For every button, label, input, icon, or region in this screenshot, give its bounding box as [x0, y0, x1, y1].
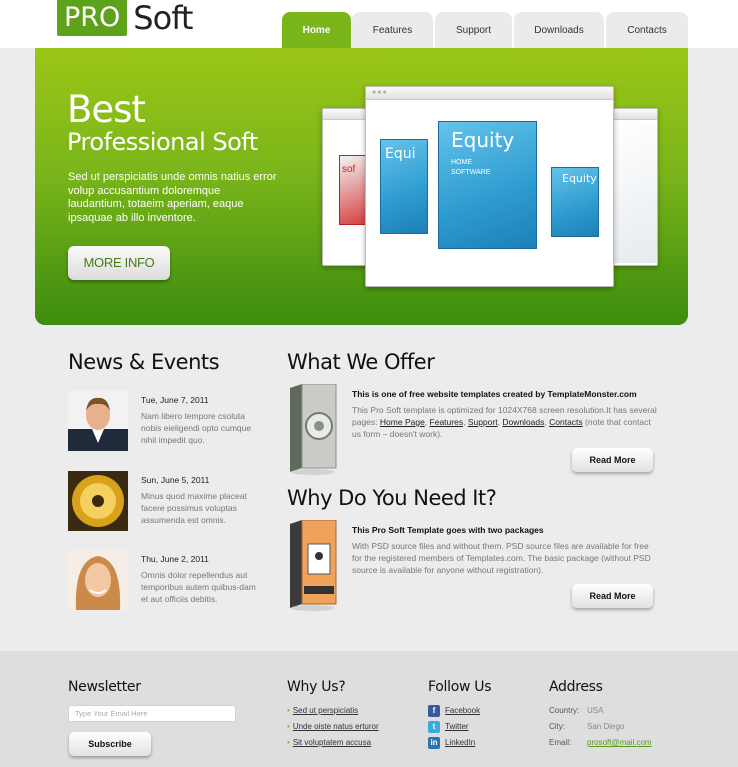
hero-text: Sed ut perspiciatis unde omnis natius er… — [68, 171, 277, 224]
why-us-link[interactable]: • Unde oiste natus erturor — [287, 722, 379, 731]
facebook-icon: f — [428, 705, 440, 717]
tab-downloads[interactable]: Downloads — [514, 12, 604, 48]
link-support[interactable]: Support — [468, 417, 498, 427]
news-item[interactable]: Sun, June 5, 2011 Minus quod maxime plac… — [68, 471, 268, 533]
offer-item-text: This Pro Soft template is optimized for … — [352, 405, 657, 439]
news-date: Tue, June 7, 2011 — [141, 395, 209, 405]
news-item[interactable]: Tue, June 7, 2011 Nam libero tempore cso… — [68, 391, 268, 453]
news-photo-disc — [68, 471, 128, 531]
footer: Newsletter Type Your Email Here Subscrib… — [0, 651, 738, 767]
news-date: Thu, June 2, 2011 — [141, 554, 209, 564]
offer-title: What We Offer — [287, 350, 435, 374]
why-item-text: With PSD source files and without them. … — [352, 541, 651, 575]
header: PRO Soft Home Features Support Downloads… — [0, 0, 738, 48]
product-box-small-left: Equi — [380, 139, 428, 234]
link-features[interactable]: Features — [430, 417, 464, 427]
follow-twitter-link[interactable]: t Twitter — [428, 721, 469, 733]
hero-screen-left: sof — [322, 108, 370, 266]
news-date: Sun, June 5, 2011 — [141, 475, 210, 485]
news-photo-woman — [68, 550, 128, 610]
address-city: City: San Diego — [549, 722, 625, 731]
news-item[interactable]: Thu, June 2, 2011 Omnis dolor repellendu… — [68, 550, 268, 612]
offer-item-title: This is one of free website templates cr… — [352, 389, 637, 399]
tab-support[interactable]: Support — [435, 12, 512, 48]
news-text: Nam libero tempore csoluta nobis eielige… — [141, 411, 252, 445]
news-text: Minus quod maxime placeat facere possimu… — [141, 491, 247, 525]
tab-home[interactable]: Home — [282, 12, 351, 48]
why-us-link[interactable]: • Sit voluptatem accusa — [287, 738, 371, 747]
email-link[interactable]: prosoft@mail.com — [587, 738, 652, 747]
offer-read-more-button[interactable]: Read More — [572, 448, 653, 472]
red-box-image: sof — [339, 155, 367, 225]
why-item-title: This Pro Soft Template goes with two pac… — [352, 525, 544, 535]
twitter-icon: t — [428, 721, 440, 733]
link-home-page[interactable]: Home Page — [380, 417, 425, 427]
linkedin-icon: in — [428, 737, 440, 749]
why-us-title: Why Us? — [287, 679, 346, 695]
address-title: Address — [549, 679, 603, 695]
hero-subtitle: Professional Soft — [67, 128, 258, 156]
hero-banner: Best Professional Soft Sed ut perspiciat… — [35, 48, 688, 325]
address-country: Country: USA — [549, 706, 604, 715]
tab-contacts[interactable]: Contacts — [606, 12, 688, 48]
follow-linkedin-link[interactable]: in LinkedIn — [428, 737, 475, 749]
logo[interactable]: PRO Soft — [57, 0, 193, 37]
why-us-link[interactable]: • Sed ut perspiciatis — [287, 706, 358, 715]
follow-us-title: Follow Us — [428, 679, 492, 695]
news-text: Omnis dolor repellendus aut temporibus a… — [141, 570, 256, 604]
why-title: Why Do You Need It? — [287, 486, 497, 510]
software-box-image — [288, 383, 338, 476]
more-info-button[interactable]: MORE INFO — [68, 246, 170, 280]
newsletter-email-input[interactable]: Type Your Email Here — [68, 705, 236, 722]
link-contacts[interactable]: Contacts — [549, 417, 583, 427]
software-box-orange-image — [288, 519, 338, 612]
product-box-small-right: Equity — [551, 167, 599, 237]
address-email: Email: prosoft@mail.com — [549, 738, 652, 747]
product-box-main: Equity HOME SOFTWARE — [438, 121, 537, 249]
logo-soft: Soft — [133, 0, 193, 37]
subscribe-button[interactable]: Subscribe — [69, 732, 151, 756]
follow-facebook-link[interactable]: f Facebook — [428, 705, 480, 717]
link-downloads[interactable]: Downloads — [502, 417, 544, 427]
tab-features[interactable]: Features — [352, 12, 433, 48]
news-title: News & Events — [68, 350, 220, 374]
hero-title: Best — [67, 88, 146, 131]
news-photo-man — [68, 391, 128, 451]
newsletter-title: Newsletter — [68, 679, 141, 695]
logo-pro: PRO — [57, 0, 128, 36]
why-read-more-button[interactable]: Read More — [572, 584, 653, 608]
hero-screen-main: ●●● Equi Equity HOME SOFTWARE Equity — [365, 86, 614, 287]
